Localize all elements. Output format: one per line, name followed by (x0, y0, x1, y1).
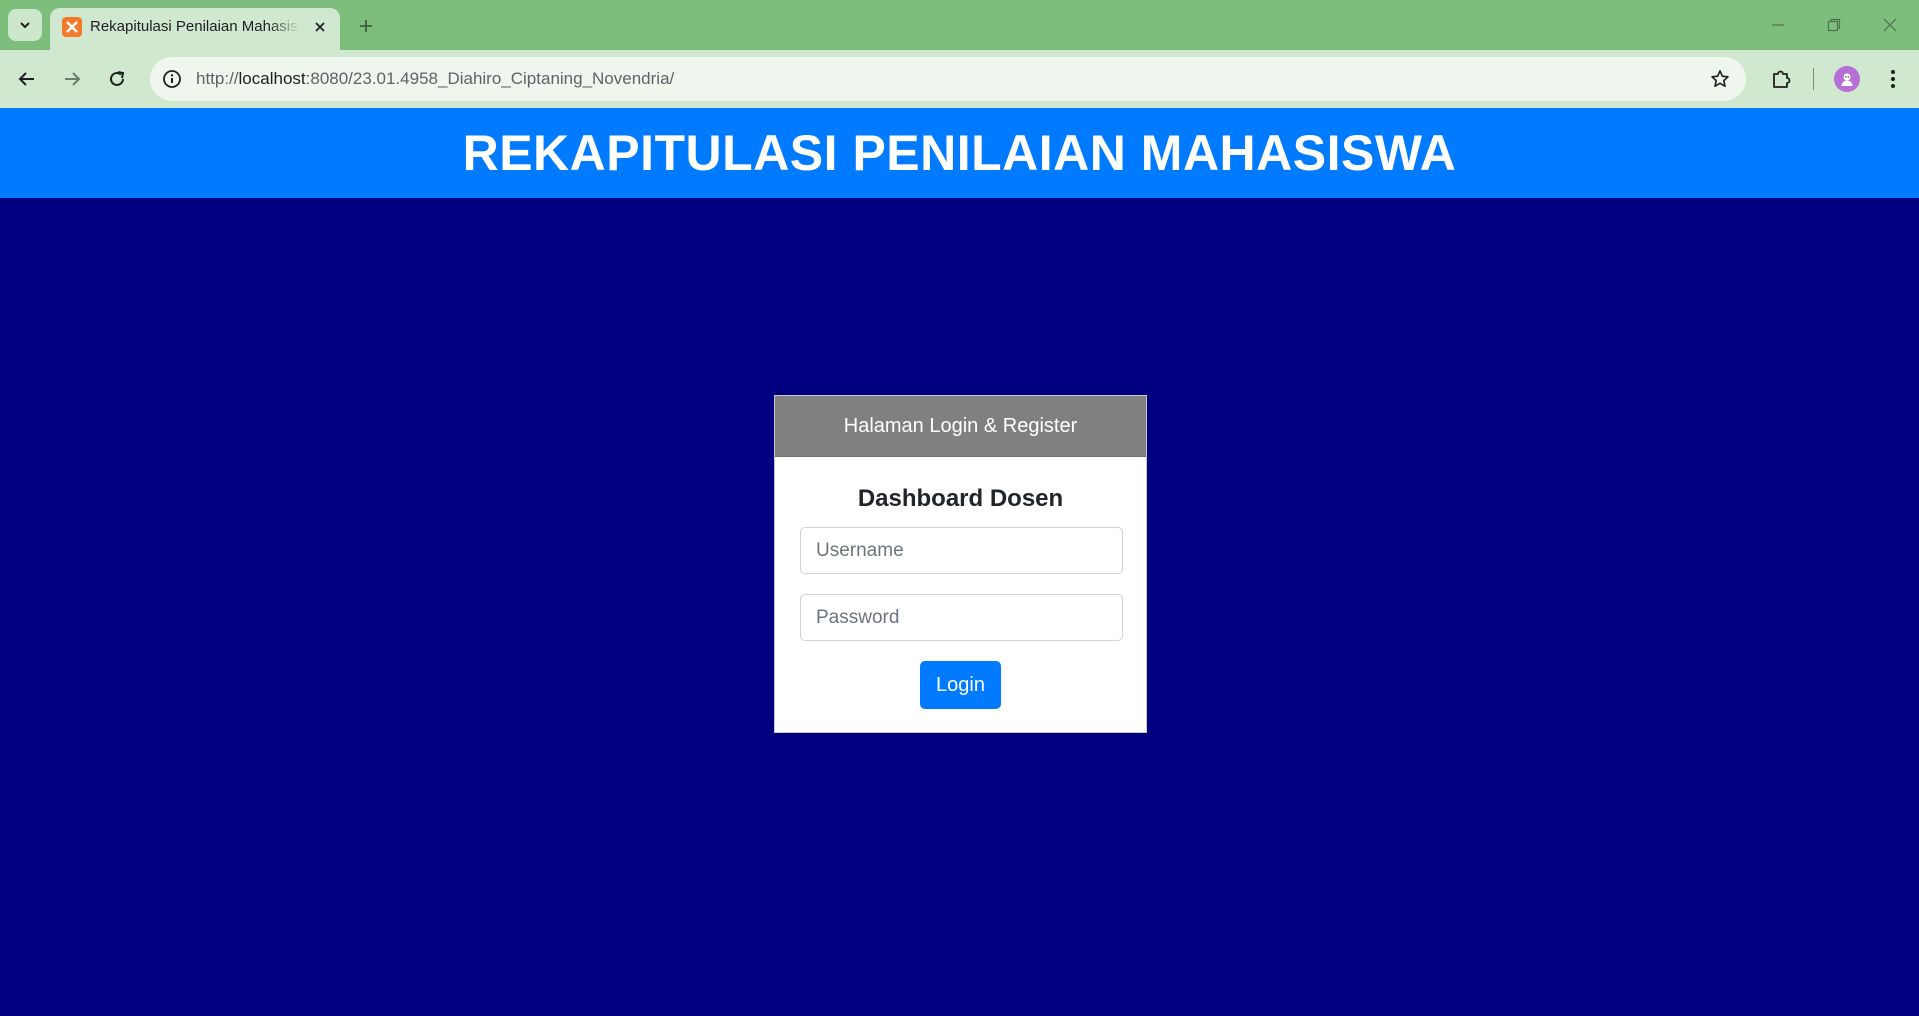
login-button-wrap: Login (775, 661, 1146, 709)
login-button[interactable]: Login (920, 661, 1001, 709)
browser-toolbar: http://localhost:8080/23.01.4958_Diahiro… (0, 50, 1919, 108)
browser-tabstrip: Rekapitulasi Penilaian Mahasiswa (0, 0, 1919, 50)
forward-arrow-icon[interactable] (57, 64, 87, 94)
site-info-icon[interactable] (160, 67, 184, 91)
profile-avatar[interactable] (1834, 66, 1860, 92)
restore-icon[interactable] (1821, 12, 1847, 38)
page-title: REKAPITULASI PENILAIAN MAHASISWA (462, 125, 1457, 181)
close-window-icon[interactable] (1877, 12, 1903, 38)
card-title: Dashboard Dosen (857, 485, 1064, 512)
minimize-icon[interactable] (1765, 12, 1791, 38)
chevron-down-icon (20, 22, 30, 29)
new-tab-plus-icon[interactable] (354, 14, 378, 38)
tab-title: Rekapitulasi Penilaian Mahasiswa (90, 18, 300, 35)
profile-icon (1841, 73, 1853, 86)
back-arrow-icon[interactable] (12, 64, 42, 94)
card-header: Halaman Login & Register (775, 396, 1146, 457)
address-bar[interactable]: http://localhost:8080/23.01.4958_Diahiro… (150, 57, 1746, 101)
tab-search-button[interactable] (8, 9, 42, 41)
bookmark-star-icon[interactable] (1708, 67, 1732, 91)
page-header: REKAPITULASI PENILAIAN MAHASISWA (0, 108, 1919, 198)
kebab-menu-icon[interactable] (1878, 64, 1908, 94)
xampp-favicon-icon (62, 17, 82, 37)
url-text[interactable]: http://localhost:8080/23.01.4958_Diahiro… (196, 68, 674, 90)
toolbar-separator (1813, 68, 1814, 90)
url-scheme: http:// (196, 69, 239, 88)
username-input[interactable] (800, 527, 1123, 574)
reload-icon[interactable] (102, 64, 132, 94)
url-path: :8080/23.01.4958_Diahiro_Ciptaning_Noven… (305, 69, 675, 88)
card-header-text: Halaman Login & Register (843, 414, 1078, 437)
url-host: localhost (238, 69, 306, 88)
tab-close-icon[interactable] (310, 17, 330, 37)
browser-tab-active[interactable]: Rekapitulasi Penilaian Mahasiswa (50, 8, 340, 50)
password-input[interactable] (800, 594, 1123, 641)
login-card: Halaman Login & Register Dashboard Dosen… (774, 395, 1147, 733)
extensions-puzzle-icon[interactable] (1766, 64, 1796, 94)
